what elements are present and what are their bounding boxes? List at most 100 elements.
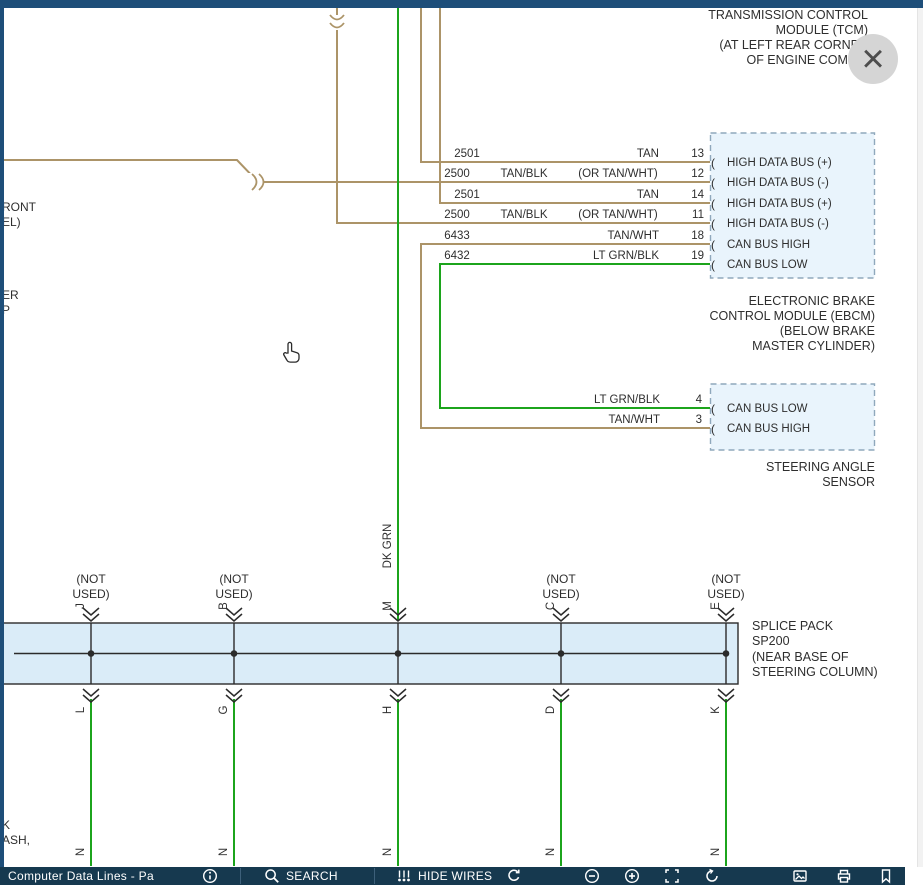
window-left-border xyxy=(0,0,4,885)
splice-pack-label: SPLICE PACK SP200 (NEAR BASE OF STEERING… xyxy=(752,619,878,679)
tcm-label: TRANSMISSION CONTROL MODULE (TCM) (AT LE… xyxy=(708,8,868,67)
bottom-toolbar: Computer Data Lines - Pa SEARCH xyxy=(0,867,923,885)
svg-text:(: ( xyxy=(711,197,715,211)
svg-text:3: 3 xyxy=(696,414,702,426)
svg-text:2501: 2501 xyxy=(454,148,480,160)
zoom-in-button[interactable] xyxy=(624,867,640,885)
svg-text:H: H xyxy=(382,706,394,714)
rotate-icon xyxy=(704,868,720,884)
svg-text:CAN BUS LOW: CAN BUS LOW xyxy=(727,403,808,415)
svg-text:HIGH DATA BUS (+): HIGH DATA BUS (+) xyxy=(727,157,832,169)
svg-text:2500: 2500 xyxy=(444,209,470,221)
svg-text:USED): USED) xyxy=(72,587,109,601)
svg-text:TAN/WHT: TAN/WHT xyxy=(607,230,659,242)
wire-6432-lt-grn-blk-can-low[interactable] xyxy=(440,264,710,408)
svg-text:(OR TAN/WHT): (OR TAN/WHT) xyxy=(578,168,658,180)
svg-text:E: E xyxy=(710,602,722,610)
wire-2501-tan-pin13[interactable] xyxy=(421,8,710,162)
svg-text:N: N xyxy=(710,848,722,856)
svg-text:12: 12 xyxy=(691,168,704,180)
svg-text:M: M xyxy=(382,601,394,611)
svg-text:TAN: TAN xyxy=(637,189,659,201)
svg-text:HIGH DATA BUS (-): HIGH DATA BUS (-) xyxy=(727,218,829,230)
svg-text:(: ( xyxy=(711,176,715,190)
zoom-out-icon xyxy=(584,868,600,884)
svg-text:TAN/WHT: TAN/WHT xyxy=(608,414,660,426)
svg-text:N: N xyxy=(75,848,87,856)
svg-text:(: ( xyxy=(711,238,715,252)
svg-text:(OR TAN/WHT): (OR TAN/WHT) xyxy=(578,209,658,221)
reset-icon xyxy=(506,868,522,884)
fit-screen-icon xyxy=(664,868,680,884)
svg-text:LT GRN/BLK: LT GRN/BLK xyxy=(593,250,659,262)
svg-text:MODULE (TCM): MODULE (TCM) xyxy=(776,23,868,37)
svg-text:(: ( xyxy=(711,422,715,436)
not-used-labels: (NOT USED) (NOT USED) (NOT USED) (NOT US… xyxy=(72,572,744,601)
svg-text:(NOT: (NOT xyxy=(76,572,106,586)
svg-text:(NEAR BASE OF: (NEAR BASE OF xyxy=(752,650,849,664)
bookmark-button[interactable] xyxy=(878,867,894,885)
svg-text:ELECTRONIC BRAKE: ELECTRONIC BRAKE xyxy=(749,294,875,308)
rotate-button[interactable] xyxy=(704,867,720,885)
svg-text:K: K xyxy=(710,706,722,714)
svg-text:(: ( xyxy=(711,156,715,170)
wire-2501-tan-pin14[interactable] xyxy=(440,8,710,203)
info-button[interactable] xyxy=(202,867,218,885)
svg-text:MASTER CYLINDER): MASTER CYLINDER) xyxy=(752,339,875,353)
toolbar-title: Computer Data Lines - Pa xyxy=(8,867,154,885)
svg-text:CAN BUS HIGH: CAN BUS HIGH xyxy=(727,239,810,251)
svg-text:CONTROL MODULE (EBCM): CONTROL MODULE (EBCM) xyxy=(709,309,875,323)
search-icon xyxy=(264,868,280,884)
zoom-in-icon xyxy=(624,868,640,884)
svg-text:14: 14 xyxy=(691,189,704,201)
hide-wires-icon xyxy=(396,868,412,884)
hide-wires-button[interactable]: HIDE WIRES xyxy=(396,867,492,885)
zoom-out-button[interactable] xyxy=(584,867,600,885)
svg-text:HIGH DATA BUS (-): HIGH DATA BUS (-) xyxy=(727,177,829,189)
svg-text:(: ( xyxy=(711,402,715,416)
svg-text:LT GRN/BLK: LT GRN/BLK xyxy=(594,394,660,406)
svg-text:(NOT: (NOT xyxy=(219,572,249,586)
svg-text:SENSOR: SENSOR xyxy=(822,475,875,489)
bookmark-icon xyxy=(878,868,894,884)
svg-text:SP200: SP200 xyxy=(752,634,790,648)
image-icon xyxy=(792,868,808,884)
svg-text:CAN BUS LOW: CAN BUS LOW xyxy=(727,259,808,271)
toolbar-divider xyxy=(240,868,241,884)
reset-view-button[interactable] xyxy=(506,867,522,885)
wire-6433-tan-wht-can-high[interactable] xyxy=(421,244,710,428)
svg-text:6432: 6432 xyxy=(444,250,470,262)
close-button[interactable]: × xyxy=(848,34,898,84)
svg-text:SPLICE PACK: SPLICE PACK xyxy=(752,619,834,633)
svg-text:(: ( xyxy=(711,258,715,272)
svg-text:(NOT: (NOT xyxy=(711,572,741,586)
svg-text:(: ( xyxy=(711,217,715,231)
scrollbar-track[interactable] xyxy=(917,8,923,867)
svg-text:18: 18 xyxy=(691,230,704,242)
svg-text:4: 4 xyxy=(696,394,703,406)
svg-text:STEERING COLUMN): STEERING COLUMN) xyxy=(752,665,878,679)
wiring-diagram-canvas: ( ( ( ( ( ( ( ( TRANSMISSION CONTROL MOD… xyxy=(0,0,923,885)
fit-screen-button[interactable] xyxy=(664,867,680,885)
print-button[interactable] xyxy=(836,867,852,885)
svg-text:6433: 6433 xyxy=(444,230,470,242)
image-button[interactable] xyxy=(792,867,808,885)
svg-text:(AT LEFT REAR CORNER: (AT LEFT REAR CORNER xyxy=(719,38,868,52)
print-icon xyxy=(836,868,852,884)
svg-text:TAN/BLK: TAN/BLK xyxy=(500,168,547,180)
svg-text:USED): USED) xyxy=(215,587,252,601)
window-top-border xyxy=(0,0,923,8)
wire-break-symbols xyxy=(248,15,344,191)
svg-text:G: G xyxy=(218,705,230,714)
svg-text:TAN: TAN xyxy=(637,148,659,160)
search-button[interactable]: SEARCH xyxy=(264,867,338,885)
svg-text:11: 11 xyxy=(692,209,704,221)
svg-text:HIGH DATA BUS (+): HIGH DATA BUS (+) xyxy=(727,198,832,210)
sas-connector-box[interactable] xyxy=(711,384,875,450)
clipped-left-labels: RONT EL) ER P K ASH, xyxy=(2,200,37,847)
svg-text:ASH,: ASH, xyxy=(2,833,30,847)
svg-text:USED): USED) xyxy=(707,587,744,601)
scrollbar-corner xyxy=(905,867,923,885)
svg-text:L: L xyxy=(75,706,87,713)
splice-pack-sp200[interactable] xyxy=(0,623,738,684)
